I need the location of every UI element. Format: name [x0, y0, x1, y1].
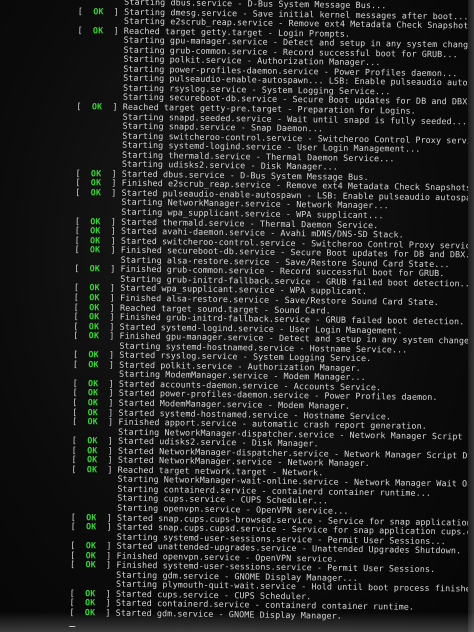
monitor-bezel — [468, 0, 474, 632]
boot-console-screen: Starting dbus.service - D-Bus System Mes… — [0, 0, 474, 632]
screen-glare — [0, 612, 474, 632]
boot-log: Starting dbus.service - D-Bus System Mes… — [69, 0, 474, 632]
